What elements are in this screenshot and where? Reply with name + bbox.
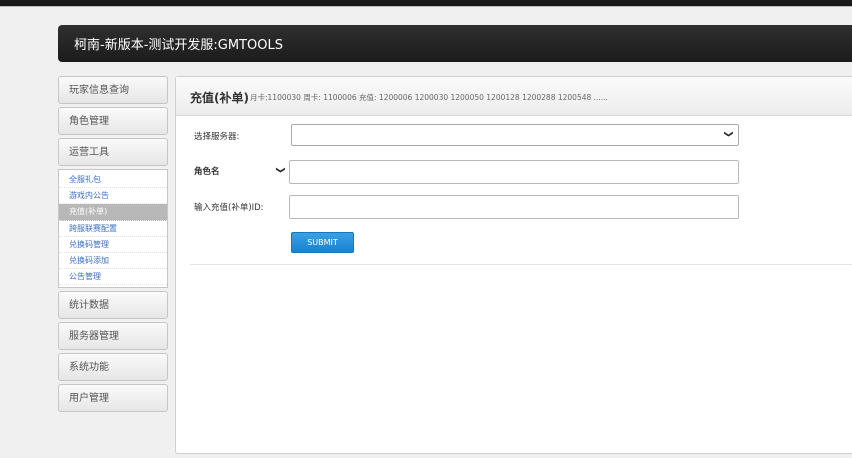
card-id-info: 月卡:1100030 周卡: 1100006 充值: 1200006 12000…	[250, 93, 608, 102]
panel-header: 充值(补单) 月卡:1100030 周卡: 1100006 充值: 120000…	[176, 77, 852, 116]
role-name-input[interactable]	[289, 160, 739, 184]
submenu-item-redeem-add[interactable]: 兑换码添加	[59, 253, 167, 270]
submenu-item-server-gift[interactable]: 全服礼包	[59, 172, 167, 189]
sidebar-item-operation-tools[interactable]: 运营工具	[58, 138, 168, 166]
chevron-down-icon: ❯	[274, 166, 285, 174]
app-header: 柯南-新版本-测试开发服:GMTOOLS	[58, 25, 852, 62]
recharge-id-input[interactable]	[289, 195, 739, 219]
operation-tools-submenu: 全服礼包 游戏内公告 充值(补单) 跨服联赛配置 兑换码管理 兑换码添加 公告管…	[58, 169, 168, 289]
page-title: 充值(补单)	[190, 91, 249, 105]
server-select[interactable]: ❯	[291, 124, 739, 146]
sidebar-item-role-management[interactable]: 角色管理	[58, 107, 168, 135]
recharge-id-label: 输入充值(补单)ID:	[194, 203, 264, 213]
server-select-label: 选择服务器:	[194, 132, 240, 142]
sidebar-item-statistics[interactable]: 统计数据	[58, 291, 168, 320]
sidebar-item-user-management[interactable]: 用户管理	[58, 384, 168, 413]
sidebar: 玩家信息查询 角色管理 运营工具 全服礼包 游戏内公告 充值(补单) 跨服联赛配…	[58, 76, 170, 415]
sidebar-item-server-management[interactable]: 服务器管理	[58, 322, 168, 351]
main-panel: 充值(补单) 月卡:1100030 周卡: 1100006 充值: 120000…	[175, 76, 852, 454]
submenu-item-notice-manage[interactable]: 公告管理	[59, 269, 167, 286]
submenu-item-cross-league[interactable]: 跨服联赛配置	[59, 221, 167, 237]
role-type-select[interactable]: 角色名 ❯	[192, 164, 287, 180]
sidebar-item-system-functions[interactable]: 系统功能	[58, 353, 168, 382]
submenu-item-redeem-manage[interactable]: 兑换码管理	[59, 237, 167, 253]
sidebar-item-player-info[interactable]: 玩家信息查询	[58, 76, 168, 104]
role-type-select-value: 角色名	[194, 167, 220, 177]
app-title: 柯南-新版本-测试开发服:GMTOOLS	[74, 38, 283, 53]
submit-button[interactable]: SUBMIT	[291, 232, 354, 253]
chevron-down-icon: ❯	[723, 130, 734, 138]
submenu-item-ingame-notice[interactable]: 游戏内公告	[59, 188, 167, 205]
top-divider	[0, 6, 852, 7]
form-divider	[190, 264, 852, 265]
submenu-item-recharge[interactable]: 充值(补单)	[59, 204, 167, 221]
